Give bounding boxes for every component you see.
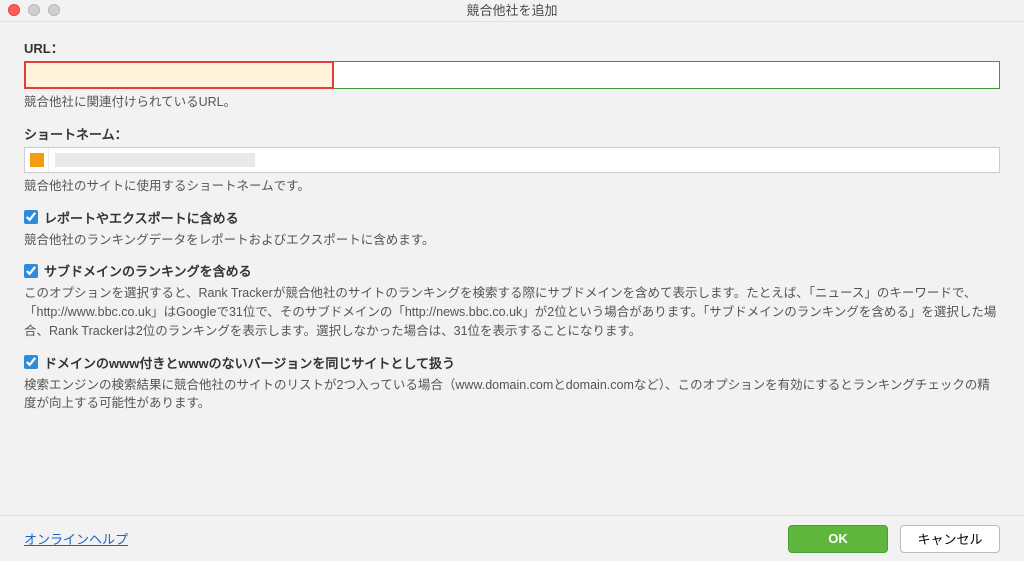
minimize-icon[interactable] xyxy=(28,4,40,16)
include-in-reports-label: レポートやエクスポートに含める xyxy=(44,208,239,227)
square-icon xyxy=(30,153,44,167)
url-input[interactable] xyxy=(334,62,999,88)
shortname-row xyxy=(24,147,1000,173)
dialog-window: 競合他社を追加 URL： 競合他社に関連付けられているURL。 ショートネーム：… xyxy=(0,0,1024,561)
url-help-text: 競合他社に関連付けられているURL。 xyxy=(24,93,1000,112)
traffic-lights xyxy=(8,4,60,16)
url-validation-highlight xyxy=(24,61,334,89)
include-subdomains-help: このオプションを選択すると、Rank Trackerが競合他社のサイトのランキン… xyxy=(24,284,1000,340)
shortname-label: ショートネーム： xyxy=(24,124,1000,143)
titlebar: 競合他社を追加 xyxy=(0,0,1024,22)
include-in-reports-row: レポートやエクスポートに含める xyxy=(24,208,1000,227)
ok-button[interactable]: OK xyxy=(788,525,888,553)
treat-www-same-checkbox[interactable] xyxy=(24,355,38,369)
shortname-input[interactable] xyxy=(255,148,999,172)
window-title: 競合他社を追加 xyxy=(466,3,557,18)
url-input-wrap xyxy=(24,61,1000,89)
include-subdomains-checkbox[interactable] xyxy=(24,264,38,278)
online-help-link[interactable]: オンラインヘルプ xyxy=(24,529,128,548)
close-icon[interactable] xyxy=(8,4,20,16)
cancel-button[interactable]: キャンセル xyxy=(900,525,1000,553)
include-subdomains-label: サブドメインのランキングを含める xyxy=(44,261,252,280)
include-in-reports-checkbox[interactable] xyxy=(24,210,38,224)
dialog-footer: オンラインヘルプ OK キャンセル xyxy=(0,515,1024,561)
url-label: URL： xyxy=(24,38,1000,57)
treat-www-same-row: ドメインのwww付きとwwwのないバージョンを同じサイトとして扱う xyxy=(24,353,1000,372)
treat-www-same-label: ドメインのwww付きとwwwのないバージョンを同じサイトとして扱う xyxy=(44,353,455,372)
shortname-placeholder xyxy=(55,153,255,167)
shortname-help-text: 競合他社のサイトに使用するショートネームです。 xyxy=(24,177,1000,196)
treat-www-same-help: 検索エンジンの検索結果に競合他社のサイトのリストが2つ入っている場合（www.d… xyxy=(24,376,1000,414)
shortname-color-swatch[interactable] xyxy=(25,148,49,172)
dialog-content: URL： 競合他社に関連付けられているURL。 ショートネーム： 競合他社のサイ… xyxy=(0,22,1024,522)
include-subdomains-row: サブドメインのランキングを含める xyxy=(24,261,1000,280)
include-in-reports-help: 競合他社のランキングデータをレポートおよびエクスポートに含めます。 xyxy=(24,231,1000,250)
maximize-icon[interactable] xyxy=(48,4,60,16)
